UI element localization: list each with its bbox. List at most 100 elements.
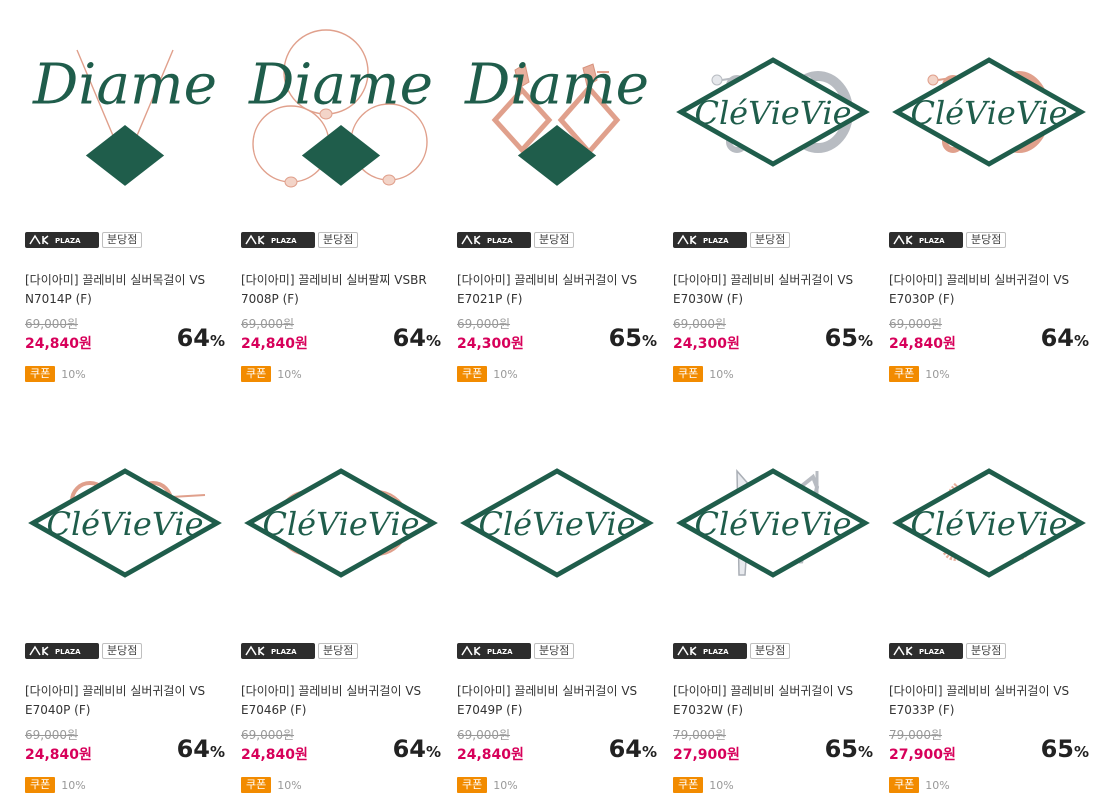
original-price: 69,000원: [673, 317, 727, 331]
discount-rate: 64%: [1040, 324, 1089, 352]
clevievie-brand-logo: CléVieVie: [241, 423, 441, 623]
coupon-badge: 쿠폰: [457, 366, 488, 382]
clevievie-logo-text: CléVieVie: [478, 505, 635, 543]
product-title[interactable]: [다이아미] 끌레비비 실버목걸이 VS N7014P (F): [25, 271, 225, 309]
ak-plaza-logo: PLAZA: [25, 643, 99, 659]
clevievie-logo-text: CléVieVie: [910, 505, 1067, 543]
branch-badge: 분당점: [318, 232, 359, 248]
product-thumbnail[interactable]: CléVieVie: [241, 423, 441, 623]
branch-badge: 분당점: [534, 643, 575, 659]
product-thumbnail[interactable]: Diame: [457, 12, 657, 212]
svg-text:PLAZA: PLAZA: [55, 648, 81, 656]
product-thumbnail[interactable]: Diame: [241, 12, 441, 212]
coupon-badge: 쿠폰: [241, 777, 272, 793]
clevievie-logo-text: CléVieVie: [262, 505, 419, 543]
clevievie-brand-logo: CléVieVie: [673, 423, 873, 623]
coupon-rate: 10%: [61, 367, 86, 381]
original-price: 79,000원: [673, 728, 727, 742]
sale-price: 27,900원: [673, 747, 740, 763]
product-title[interactable]: [다이아미] 끌레비비 실버귀걸이 VS E7033P (F): [889, 682, 1089, 720]
branch-badge: 분당점: [966, 643, 1007, 659]
svg-text:PLAZA: PLAZA: [919, 237, 945, 245]
coupon-rate: 10%: [493, 778, 518, 792]
sale-price: 24,840원: [889, 336, 956, 352]
coupon-rate: 10%: [925, 367, 950, 381]
diame-brand-logo: Diame: [241, 12, 441, 212]
coupon-rate: 10%: [709, 367, 734, 381]
svg-text:PLAZA: PLAZA: [919, 648, 945, 656]
product-thumbnail[interactable]: CléVieVie: [673, 423, 873, 623]
product-title[interactable]: [다이아미] 끌레비비 실버귀걸이 VS E7040P (F): [25, 682, 225, 720]
branch-badge: 분당점: [966, 232, 1007, 248]
product-thumbnail[interactable]: CléVieVie: [457, 423, 657, 623]
sale-price: 27,900원: [889, 747, 956, 763]
diame-logo-text: Diame: [248, 52, 433, 117]
branch-badge: 분당점: [102, 643, 143, 659]
branch-badge: 분당점: [534, 232, 575, 248]
product-thumbnail[interactable]: CléVieVie: [889, 423, 1089, 623]
clevievie-logo-text: CléVieVie: [46, 505, 203, 543]
clevievie-brand-logo: CléVieVie: [25, 423, 225, 623]
ak-plaza-logo: PLAZA: [25, 232, 99, 248]
product-thumbnail[interactable]: Diame: [25, 12, 225, 212]
clevievie-brand-logo: CléVieVie: [457, 423, 657, 623]
product-title[interactable]: [다이아미] 끌레비비 실버귀걸이 VS E7030W (F): [673, 271, 873, 309]
product-title[interactable]: [다이아미] 끌레비비 실버귀걸이 VS E7030P (F): [889, 271, 1089, 309]
ak-plaza-logo: PLAZA: [673, 232, 747, 248]
product-title[interactable]: [다이아미] 끌레비비 실버귀걸이 VS E7049P (F): [457, 682, 657, 720]
original-price: 69,000원: [457, 728, 511, 742]
sale-price: 24,300원: [457, 336, 524, 352]
coupon-rate: 10%: [925, 778, 950, 792]
clevievie-logo-text: CléVieVie: [694, 94, 851, 132]
coupon-badge: 쿠폰: [241, 366, 272, 382]
product-thumbnail[interactable]: CléVieVie: [673, 12, 873, 212]
svg-text:PLAZA: PLAZA: [271, 648, 297, 656]
diame-brand-logo: Diame: [457, 12, 657, 212]
ak-plaza-logo: PLAZA: [457, 643, 531, 659]
discount-rate: 65%: [608, 324, 657, 352]
sale-price: 24,840원: [457, 747, 524, 763]
coupon-rate: 10%: [277, 778, 302, 792]
original-price: 69,000원: [25, 728, 79, 742]
svg-text:PLAZA: PLAZA: [703, 648, 729, 656]
clevievie-brand-logo: CléVieVie: [673, 12, 873, 212]
product-title[interactable]: [다이아미] 끌레비비 실버귀걸이 VS E7021P (F): [457, 271, 657, 309]
svg-text:PLAZA: PLAZA: [487, 648, 513, 656]
discount-rate: 65%: [824, 324, 873, 352]
original-price: 69,000원: [889, 317, 943, 331]
svg-text:PLAZA: PLAZA: [271, 237, 297, 245]
coupon-badge: 쿠폰: [673, 777, 704, 793]
product-thumbnail[interactable]: CléVieVie: [889, 12, 1089, 212]
svg-text:PLAZA: PLAZA: [703, 237, 729, 245]
coupon-badge: 쿠폰: [889, 366, 920, 382]
discount-rate: 64%: [176, 324, 225, 352]
product-title[interactable]: [다이아미] 끌레비비 실버귀걸이 VS E7046P (F): [241, 682, 441, 720]
branch-badge: 분당점: [102, 232, 143, 248]
product-title[interactable]: [다이아미] 끌레비비 실버귀걸이 VS E7032W (F): [673, 682, 873, 720]
ak-plaza-logo: PLAZA: [673, 643, 747, 659]
coupon-rate: 10%: [709, 778, 734, 792]
branch-badge: 분당점: [750, 643, 791, 659]
svg-text:PLAZA: PLAZA: [487, 237, 513, 245]
product-title[interactable]: [다이아미] 끌레비비 실버팔찌 VSBR 7008P (F): [241, 271, 441, 309]
coupon-badge: 쿠폰: [889, 777, 920, 793]
coupon-badge: 쿠폰: [457, 777, 488, 793]
original-price: 69,000원: [25, 317, 79, 331]
discount-rate: 65%: [1040, 735, 1089, 763]
ak-plaza-logo: PLAZA: [889, 643, 963, 659]
product-thumbnail[interactable]: CléVieVie: [25, 423, 225, 623]
original-price: 69,000원: [457, 317, 511, 331]
coupon-badge: 쿠폰: [25, 366, 56, 382]
clevievie-logo-text: CléVieVie: [910, 94, 1067, 132]
discount-rate: 65%: [824, 735, 873, 763]
discount-rate: 64%: [608, 735, 657, 763]
sale-price: 24,300원: [673, 336, 740, 352]
discount-rate: 64%: [392, 324, 441, 352]
coupon-badge: 쿠폰: [673, 366, 704, 382]
coupon-rate: 10%: [277, 367, 302, 381]
svg-text:PLAZA: PLAZA: [55, 237, 81, 245]
sale-price: 24,840원: [241, 747, 308, 763]
diame-logo-text: Diame: [464, 52, 649, 117]
coupon-badge: 쿠폰: [25, 777, 56, 793]
sale-price: 24,840원: [25, 336, 92, 352]
